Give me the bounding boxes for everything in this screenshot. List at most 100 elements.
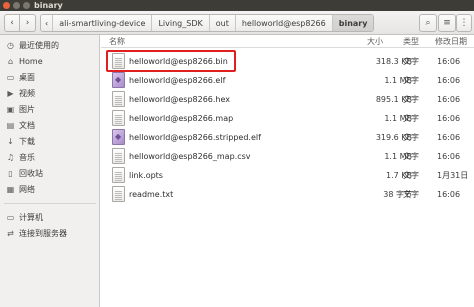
sidebar-item-recent[interactable]: ◷ 最近使用的 <box>0 38 100 53</box>
breadcrumb-item-current[interactable]: binary <box>332 15 374 31</box>
text-file-icon <box>112 186 125 202</box>
sidebar-item-trash[interactable]: ▯ 回收站 <box>0 166 100 181</box>
file-row[interactable]: link.opts 1.7 KB 文字 1月31日 <box>101 166 474 185</box>
file-name: link.opts <box>129 171 163 180</box>
close-window-button[interactable] <box>3 2 10 9</box>
file-row[interactable]: helloworld@esp8266.hex 895.1 KB 文字 16:06 <box>101 90 474 109</box>
computer-icon: ▭ <box>6 213 15 222</box>
text-file-icon <box>112 148 125 164</box>
back-button[interactable]: ‹ <box>4 14 20 32</box>
file-type: 文字 <box>403 152 419 161</box>
menu-button[interactable]: ⋮ <box>456 14 472 32</box>
file-modified: 1月31日 <box>437 171 469 180</box>
highlight-annotation <box>106 50 236 72</box>
file-name: helloworld@esp8266.map <box>129 114 234 123</box>
sidebar-divider <box>4 203 96 204</box>
video-icon: ▶ <box>7 89 14 98</box>
sidebar: ◷ 最近使用的 ⌂ Home ▭ 桌面 ▶ 视频 ▣ 图片 ▤ 文档 ↓ 下载 ♫ 音乐 ▯ 回收… <box>0 35 100 307</box>
file-type: 文字 <box>403 133 419 142</box>
column-modified[interactable]: 修改日期 <box>435 36 467 47</box>
picture-icon: ▣ <box>6 105 15 114</box>
file-name: readme.txt <box>129 190 174 199</box>
file-modified: 16:06 <box>437 133 461 142</box>
file-row[interactable]: helloworld@esp8266.map 1.1 MB 文字 16:06 <box>101 109 474 128</box>
sidebar-item-label: 最近使用的 <box>19 41 59 50</box>
file-name: helloworld@esp8266_map.csv <box>129 152 251 161</box>
network-icon: ▦ <box>6 185 15 194</box>
sidebar-item-network[interactable]: ▦ 网络 <box>0 182 100 197</box>
sidebar-item-desktop[interactable]: ▭ 桌面 <box>0 70 100 85</box>
file-row[interactable]: helloworld@esp8266.stripped.elf 319.6 KB… <box>101 128 474 147</box>
executable-file-icon <box>112 72 125 88</box>
sidebar-item-label: 回收站 <box>19 169 43 178</box>
download-icon: ↓ <box>7 137 14 146</box>
chevron-left-icon: ‹ <box>45 18 49 28</box>
breadcrumb-scroll-left[interactable]: ‹ <box>41 15 54 31</box>
sidebar-item-label: 下载 <box>19 137 35 146</box>
sidebar-item-label: 网络 <box>19 185 35 194</box>
forward-button[interactable]: › <box>20 14 36 32</box>
breadcrumb-item[interactable]: Living_SDK <box>152 15 210 31</box>
sidebar-item-videos[interactable]: ▶ 视频 <box>0 86 100 101</box>
clock-icon: ◷ <box>7 41 14 50</box>
window-title: binary <box>34 1 63 10</box>
trash-icon: ▯ <box>8 169 13 178</box>
file-row[interactable]: readme.txt 38 字节 文字 16:06 <box>101 185 474 204</box>
menu-icon: ⋮ <box>459 18 469 28</box>
sidebar-item-label: 计算机 <box>19 213 43 222</box>
search-icon: ⌕ <box>425 18 431 28</box>
view-mode-button[interactable]: ≡ <box>438 14 456 32</box>
file-type: 文字 <box>403 171 419 180</box>
toolbar: ‹ › ‹ ali-smartliving-device Living_SDK … <box>0 11 474 35</box>
file-type: 文字 <box>403 76 419 85</box>
file-row[interactable]: helloworld@esp8266.elf 1.1 MB 文字 16:06 <box>101 71 474 90</box>
maximize-window-button[interactable] <box>23 2 30 9</box>
desktop-icon: ▭ <box>6 73 15 82</box>
column-name[interactable]: 名称 <box>109 36 125 47</box>
sidebar-item-music[interactable]: ♫ 音乐 <box>0 150 100 165</box>
server-icon: ⇄ <box>7 229 14 238</box>
sidebar-item-label: 音乐 <box>19 153 35 162</box>
file-modified: 16:06 <box>437 76 461 85</box>
file-type: 文字 <box>403 95 419 104</box>
search-button[interactable]: ⌕ <box>419 14 437 32</box>
executable-file-icon <box>112 129 125 145</box>
chevron-right-icon: › <box>25 18 30 28</box>
breadcrumb: ‹ ali-smartliving-device Living_SDK out … <box>40 14 375 32</box>
file-name: helloworld@esp8266.elf <box>129 76 226 85</box>
sidebar-item-label: 桌面 <box>19 73 35 82</box>
sidebar-item-label: 文档 <box>19 121 35 130</box>
minimize-window-button[interactable] <box>13 2 20 9</box>
list-icon: ≡ <box>443 18 451 28</box>
text-file-icon <box>112 110 125 126</box>
home-icon: ⌂ <box>7 57 14 66</box>
document-icon: ▤ <box>6 121 15 130</box>
title-bar: binary <box>0 0 474 11</box>
sidebar-item-home[interactable]: ⌂ Home <box>0 54 100 69</box>
file-row[interactable]: helloworld@esp8266_map.csv 1.1 MB 文字 16:… <box>101 147 474 166</box>
file-type: 文字 <box>403 57 419 66</box>
text-file-icon <box>112 167 125 183</box>
breadcrumb-item[interactable]: helloworld@esp8266 <box>236 15 333 31</box>
file-modified: 16:06 <box>437 190 461 199</box>
file-modified: 16:06 <box>437 57 461 66</box>
file-modified: 16:06 <box>437 95 461 104</box>
sidebar-item-connect-server[interactable]: ⇄ 连接到服务器 <box>0 226 100 241</box>
file-name: helloworld@esp8266.hex <box>129 95 231 104</box>
sidebar-item-downloads[interactable]: ↓ 下载 <box>0 134 100 149</box>
column-header: 名称 大小 类型 修改日期 <box>101 35 474 48</box>
file-type: 文字 <box>403 114 419 123</box>
sidebar-item-label: 连接到服务器 <box>19 229 67 238</box>
file-modified: 16:06 <box>437 152 461 161</box>
column-size[interactable]: 大小 <box>367 36 383 47</box>
breadcrumb-item[interactable]: ali-smartliving-device <box>53 15 153 31</box>
file-type: 文字 <box>403 190 419 199</box>
breadcrumb-item[interactable]: out <box>210 15 236 31</box>
column-type[interactable]: 类型 <box>403 36 419 47</box>
sidebar-item-label: Home <box>19 57 43 66</box>
sidebar-item-documents[interactable]: ▤ 文档 <box>0 118 100 133</box>
sidebar-item-computer[interactable]: ▭ 计算机 <box>0 210 100 225</box>
chevron-left-icon: ‹ <box>10 18 14 28</box>
music-icon: ♫ <box>6 153 15 162</box>
sidebar-item-pictures[interactable]: ▣ 图片 <box>0 102 100 117</box>
